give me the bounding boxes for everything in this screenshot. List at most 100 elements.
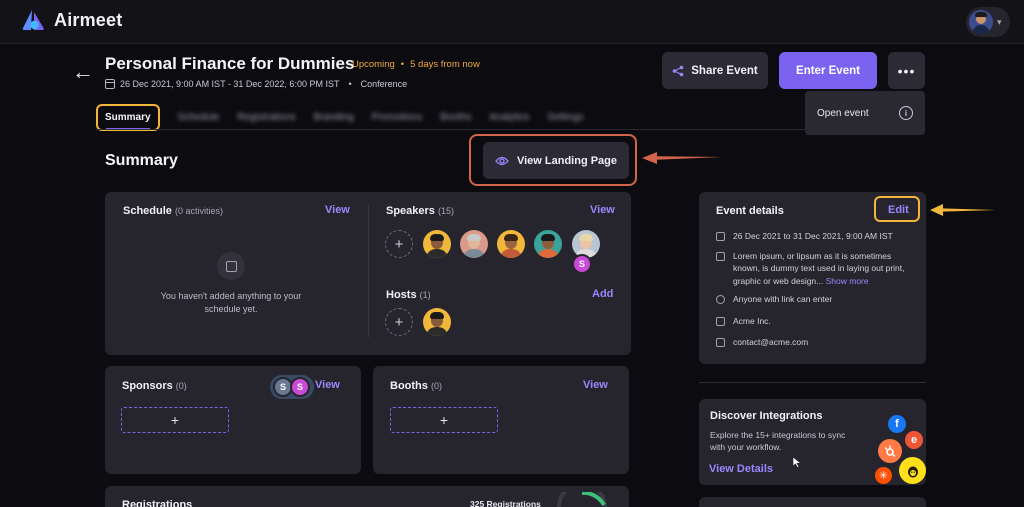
share-icon	[672, 65, 684, 76]
sponsors-count: (0)	[175, 381, 187, 391]
avatar	[969, 10, 993, 34]
event-status: Upcoming • 5 days from now	[352, 59, 480, 70]
add-speaker-button[interactable]: +	[385, 230, 413, 258]
tab-settings[interactable]: Settings	[547, 112, 583, 123]
tabs-divider	[96, 129, 926, 130]
enter-event-button[interactable]: Enter Event	[779, 52, 877, 89]
schedule-title: Schedule (0 activities)	[123, 205, 223, 217]
document-icon	[716, 252, 725, 261]
show-more-link[interactable]: Show more	[826, 276, 869, 286]
mail-icon	[716, 338, 725, 347]
detail-email: contact@acme.com	[716, 336, 916, 348]
registrations-count: 325 Registrations	[470, 499, 541, 507]
view-landing-page-label: View Landing Page	[516, 154, 618, 167]
calendar-icon	[716, 232, 725, 241]
add-booth-button[interactable]: +	[390, 407, 498, 433]
user-menu[interactable]: ▾	[966, 7, 1010, 37]
registrations-progress-ring-icon	[557, 492, 607, 507]
schedule-count: (0 activities)	[174, 206, 223, 216]
zapier-icon: ✳	[875, 467, 892, 484]
schedule-title-text: Schedule	[123, 205, 172, 217]
speakers-view-link[interactable]: View	[590, 204, 615, 216]
back-arrow-icon[interactable]: ←	[72, 59, 94, 85]
sponsors-title-text: Sponsors	[122, 380, 173, 392]
booths-view-link[interactable]: View	[583, 379, 608, 391]
hubspot-icon	[878, 439, 902, 463]
brand-name: Airmeet	[54, 9, 123, 30]
add-sponsor-button[interactable]: +	[121, 407, 229, 433]
view-details-link[interactable]: View Details	[709, 463, 773, 475]
tab-booths[interactable]: Booths	[440, 112, 471, 123]
schedule-empty-text: You haven't added anything to your sched…	[160, 291, 302, 314]
next-card	[699, 497, 926, 507]
globe-icon	[716, 295, 725, 304]
sponsors-view-link[interactable]: View	[315, 379, 340, 391]
top-bar: Airmeet ▾	[0, 0, 1024, 44]
event-details-title: Event details	[716, 205, 784, 217]
eye-icon	[495, 156, 509, 165]
speaker-avatar[interactable]	[497, 230, 525, 258]
open-event-menu-item[interactable]: Open event	[817, 108, 869, 119]
eventbrite-icon: e	[905, 431, 923, 449]
tab-schedule[interactable]: Schedule	[178, 112, 220, 123]
speakers-title-text: Speakers	[386, 205, 435, 217]
view-landing-page-button[interactable]: View Landing Page	[483, 142, 629, 179]
chevron-down-icon: ▾	[997, 16, 1002, 27]
booths-title: Booths (0)	[390, 380, 442, 392]
event-type: Conference	[360, 79, 408, 89]
hosts-title-text: Hosts	[386, 289, 417, 301]
hosts-count: (1)	[419, 290, 431, 300]
detail-email-text: contact@acme.com	[733, 337, 809, 347]
summary-title: Summary	[105, 152, 178, 169]
detail-access: Anyone with link can enter	[716, 293, 916, 305]
detail-dates: 26 Dec 2021 to 31 Dec 2021, 9:00 AM IST	[716, 230, 916, 242]
detail-dates-text: 26 Dec 2021 to 31 Dec 2021, 9:00 AM IST	[733, 231, 893, 241]
info-icon[interactable]: i	[899, 106, 913, 120]
description-text: Lorem ipsum, or lipsum as it is sometime…	[733, 251, 905, 286]
speaker-avatar[interactable]	[460, 230, 488, 258]
brand[interactable]: Airmeet	[22, 9, 122, 31]
detail-description-text: Lorem ipsum, or lipsum as it is sometime…	[733, 250, 912, 287]
detail-organizer: Acme Inc.	[716, 315, 916, 327]
add-host-button[interactable]: +	[385, 308, 413, 336]
schedule-view-link[interactable]: View	[325, 204, 350, 216]
countdown: 5 days from now	[410, 59, 480, 70]
speaker-avatar[interactable]	[572, 230, 600, 258]
event-title: Personal Finance for Dummies	[105, 54, 355, 73]
schedule-empty-icon	[217, 252, 245, 280]
meta-separator: •	[348, 79, 352, 89]
tab-summary[interactable]: Summary	[96, 103, 160, 131]
speakers-count: (15)	[438, 206, 455, 216]
booths-title-text: Booths	[390, 380, 428, 392]
tab-analytics[interactable]: Analytics	[489, 112, 529, 123]
building-icon	[716, 317, 725, 326]
event-dates: 26 Dec 2021, 9:00 AM IST - 31 Dec 2022, …	[120, 79, 340, 89]
share-event-button[interactable]: Share Event	[662, 52, 768, 89]
tab-branding[interactable]: Branding	[314, 112, 354, 123]
status-badge: Upcoming	[352, 59, 395, 70]
edit-event-details-link[interactable]: Edit	[888, 204, 909, 216]
speaker-avatar[interactable]	[534, 230, 562, 258]
integrations-text: Explore the 15+ integrations to sync wit…	[710, 430, 846, 452]
integrations-title: Discover Integrations	[710, 410, 823, 422]
annotation-arrow-red-icon	[642, 152, 722, 164]
facebook-icon: f	[888, 415, 906, 433]
sponsor-badge[interactable]: S	[290, 377, 310, 397]
speaker-avatar[interactable]	[423, 230, 451, 258]
more-options-button[interactable]: •••	[888, 52, 925, 89]
booths-count: (0)	[430, 381, 442, 391]
registrations-title: Registrations	[122, 499, 193, 507]
speakers-title: Speakers (15)	[386, 205, 454, 217]
hosts-title: Hosts (1)	[386, 289, 431, 301]
cursor-icon	[792, 456, 802, 468]
status-separator: •	[400, 59, 405, 70]
tab-promotions[interactable]: Promotions	[372, 112, 423, 123]
more-speakers-badge[interactable]: S	[572, 254, 592, 274]
share-event-label: Share Event	[691, 64, 758, 77]
card-divider	[368, 205, 369, 337]
event-tabs: Summary Schedule Registrations Branding …	[96, 102, 584, 132]
detail-description: Lorem ipsum, or lipsum as it is sometime…	[716, 250, 912, 287]
tab-registrations[interactable]: Registrations	[237, 112, 295, 123]
host-avatar[interactable]	[423, 308, 451, 336]
hosts-add-link[interactable]: Add	[592, 288, 613, 300]
